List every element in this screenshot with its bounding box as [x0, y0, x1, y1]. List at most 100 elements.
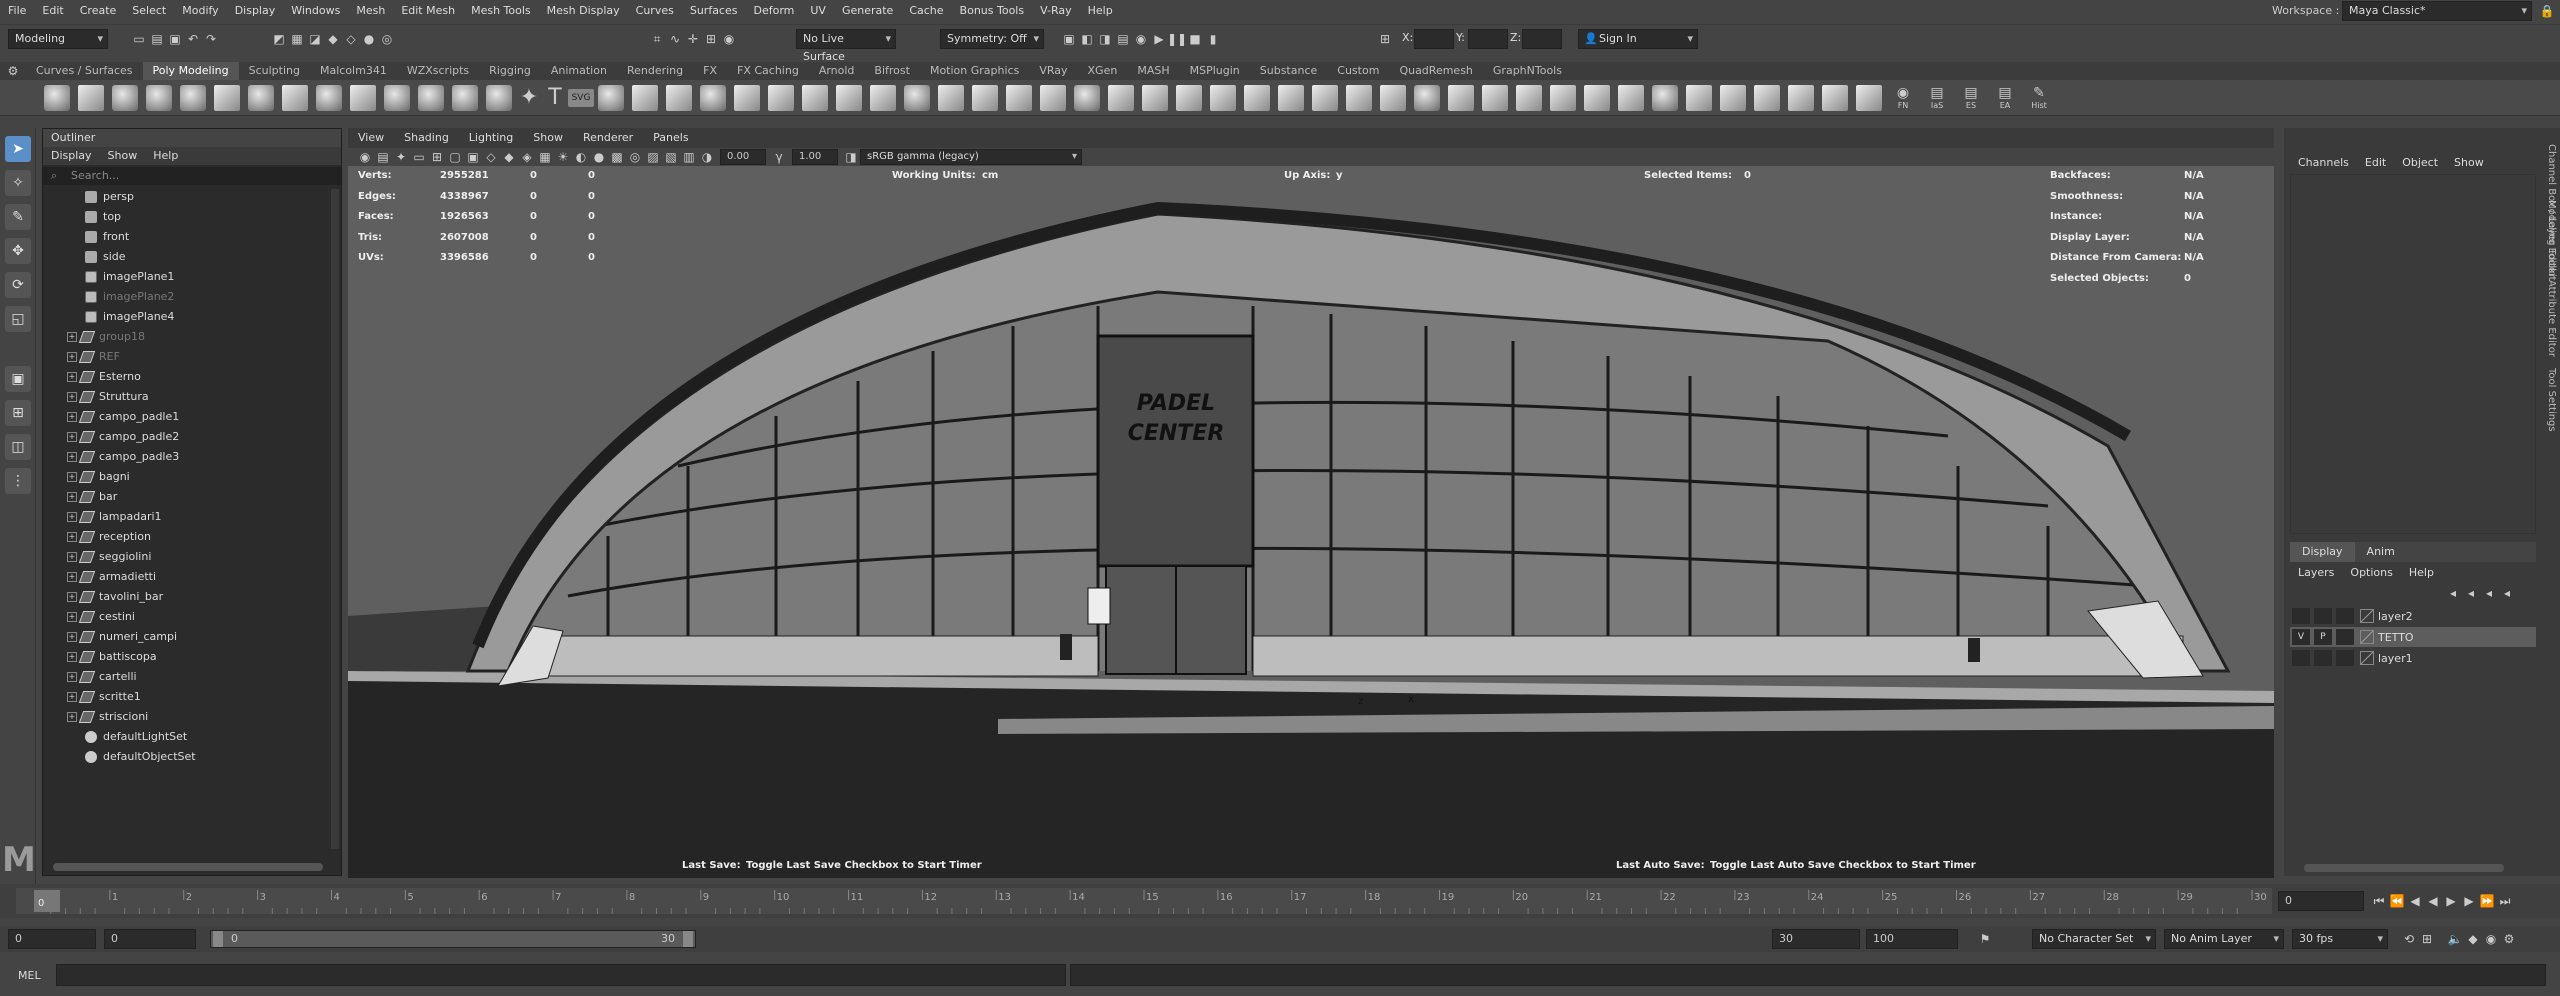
bookmark-icon[interactable]: ✦: [392, 148, 410, 166]
layer-tab-display[interactable]: Display: [2290, 542, 2355, 562]
tab-wzxscripts[interactable]: WZXscripts: [397, 62, 479, 80]
snap-point-icon[interactable]: ✛: [684, 30, 702, 48]
menu-display[interactable]: Display: [227, 0, 284, 22]
expand-icon[interactable]: +: [67, 392, 77, 402]
merge-icon[interactable]: [1040, 84, 1066, 111]
gamma-field[interactable]: 1.00: [792, 149, 838, 165]
outliner-item-bar[interactable]: + bar: [43, 487, 341, 507]
tab-sculpting[interactable]: Sculpting: [239, 62, 310, 80]
outliner-item-persp[interactable]: persp: [43, 187, 341, 207]
gear-icon[interactable]: [316, 84, 342, 111]
outliner-item-imageplane4[interactable]: imagePlane4: [43, 307, 341, 327]
target-weld-icon[interactable]: [1074, 84, 1100, 111]
character-set-icon[interactable]: ⚑: [1976, 930, 1994, 948]
cone-icon[interactable]: [146, 84, 172, 111]
layer-row[interactable]: V P TETTO: [2290, 627, 2536, 647]
channel-box-menu-object[interactable]: Object: [2394, 156, 2446, 169]
tab-xgen[interactable]: XGen: [1078, 62, 1128, 80]
tab-poly-modeling[interactable]: Poly Modeling: [142, 62, 239, 80]
side-tab-modeling-toolkit[interactable]: Modeling Toolkit: [2546, 200, 2557, 281]
expand-icon[interactable]: +: [67, 672, 77, 682]
layer-playback-toggle[interactable]: [2314, 650, 2332, 666]
sculpt-icon[interactable]: [1414, 84, 1440, 111]
tab-bifrost[interactable]: Bifrost: [864, 62, 920, 80]
vray-icon[interactable]: ▶: [1150, 30, 1168, 48]
single-perspective-layout-icon[interactable]: ▣: [5, 366, 31, 392]
freeze-icon[interactable]: [1788, 84, 1814, 111]
layer-menu-options[interactable]: Options: [2342, 566, 2400, 579]
soccer-ball-icon[interactable]: [384, 84, 410, 111]
textured-icon[interactable]: ▦: [536, 148, 554, 166]
expand-icon[interactable]: +: [67, 652, 77, 662]
tab-mash[interactable]: MASH: [1127, 62, 1179, 80]
fn-icon[interactable]: ◉ FN: [1890, 85, 1916, 111]
side-tab-tool-settings[interactable]: Tool Settings: [2546, 368, 2557, 432]
step-back-frame-icon[interactable]: ◀: [2406, 892, 2424, 910]
layout-icon[interactable]: [1380, 84, 1406, 111]
offset-loop-icon[interactable]: [1006, 84, 1032, 111]
tab-curves-surfaces[interactable]: Curves / Surfaces: [26, 62, 143, 80]
range-bar[interactable]: 0 30: [210, 930, 696, 948]
select-object-icon[interactable]: ▦: [288, 30, 306, 48]
step-back-key-icon[interactable]: ⏪: [2388, 892, 2406, 910]
move-tool-icon[interactable]: ✥: [5, 238, 31, 264]
extrude-icon[interactable]: [802, 84, 828, 111]
new-layer-icon[interactable]: ◂: [2480, 584, 2498, 602]
expand-icon[interactable]: +: [67, 452, 77, 462]
extract-icon[interactable]: [666, 84, 692, 111]
wedge-icon[interactable]: [1176, 84, 1202, 111]
menu-create[interactable]: Create: [72, 0, 125, 22]
slide-icon[interactable]: [1482, 84, 1508, 111]
render-settings-icon[interactable]: ▣: [1060, 30, 1078, 48]
snap-curve-icon[interactable]: ∿: [666, 30, 684, 48]
expand-icon[interactable]: +: [67, 412, 77, 422]
tab-custom[interactable]: Custom: [1327, 62, 1389, 80]
go-to-end-icon[interactable]: ⏭: [2496, 892, 2514, 910]
mask4-icon[interactable]: ◎: [378, 30, 396, 48]
layer-visibility-toggle[interactable]: V: [2292, 629, 2310, 645]
circularize-icon[interactable]: [1210, 84, 1236, 111]
stop-icon[interactable]: ■: [1186, 30, 1204, 48]
triangulate-icon[interactable]: [1686, 84, 1712, 111]
cube-icon[interactable]: [78, 84, 104, 111]
viewport-menu-renderer[interactable]: Renderer: [573, 128, 643, 148]
menu-v-ray[interactable]: V-Ray: [1032, 0, 1080, 22]
outliner-item-striscioni[interactable]: + striscioni: [43, 707, 341, 727]
outliner-item-scritte1[interactable]: + scritte1: [43, 687, 341, 707]
tab-quadremesh[interactable]: QuadRemesh: [1389, 62, 1482, 80]
outliner-item-cestini[interactable]: + cestini: [43, 607, 341, 627]
tab-vray[interactable]: VRay: [1029, 62, 1077, 80]
expand-icon[interactable]: +: [67, 592, 77, 602]
menu-mesh[interactable]: Mesh: [348, 0, 393, 22]
move-layer-up-icon[interactable]: ◂: [2444, 584, 2462, 602]
outliner-vscrollbar[interactable]: [331, 189, 339, 849]
quad-draw-icon[interactable]: [1516, 84, 1542, 111]
quadrangulate-icon[interactable]: [1720, 84, 1746, 111]
viewport-menu-view[interactable]: View: [348, 128, 394, 148]
playback-end-field[interactable]: 30: [1772, 929, 1860, 949]
outliner-item-defaultlightset[interactable]: defaultLightSet: [43, 727, 341, 747]
expand-icon[interactable]: +: [67, 512, 77, 522]
outliner-item-reception[interactable]: + reception: [43, 527, 341, 547]
auto-key-icon[interactable]: ◉: [2482, 930, 2500, 948]
planar-map-icon[interactable]: [1278, 84, 1304, 111]
outliner-menu-display[interactable]: Display: [43, 147, 100, 165]
step-forward-frame-icon[interactable]: ▶: [2460, 892, 2478, 910]
outliner-item-imageplane1[interactable]: imagePlane1: [43, 267, 341, 287]
perspective-viewport[interactable]: PADEL CENTER z x Verts: 2955281 0 0 Edges: 43…: [348, 166, 2274, 878]
xray-components-icon[interactable]: ▥: [680, 148, 698, 166]
grid-icon[interactable]: ⊞: [428, 148, 446, 166]
shadows-icon[interactable]: ◐: [572, 148, 590, 166]
tab-msplugin[interactable]: MSPlugin: [1180, 62, 1250, 80]
tab-malcolm341[interactable]: Malcolm341: [310, 62, 397, 80]
outliner-item-campo-padle1[interactable]: + campo_padle1: [43, 407, 341, 427]
menu-help[interactable]: Help: [1080, 0, 1121, 22]
character-set-select[interactable]: No Character Set: [2032, 929, 2156, 949]
menu-deform[interactable]: Deform: [745, 0, 802, 22]
new-scene-icon[interactable]: ▭: [130, 30, 148, 48]
xray-icon[interactable]: ▨: [644, 148, 662, 166]
live-surface-field[interactable]: No Live Surface: [796, 29, 896, 63]
play-backward-icon[interactable]: ◀: [2424, 892, 2442, 910]
outliner-search[interactable]: ⌕ Search...: [43, 167, 341, 185]
ipr-render-icon[interactable]: ◨: [1096, 30, 1114, 48]
